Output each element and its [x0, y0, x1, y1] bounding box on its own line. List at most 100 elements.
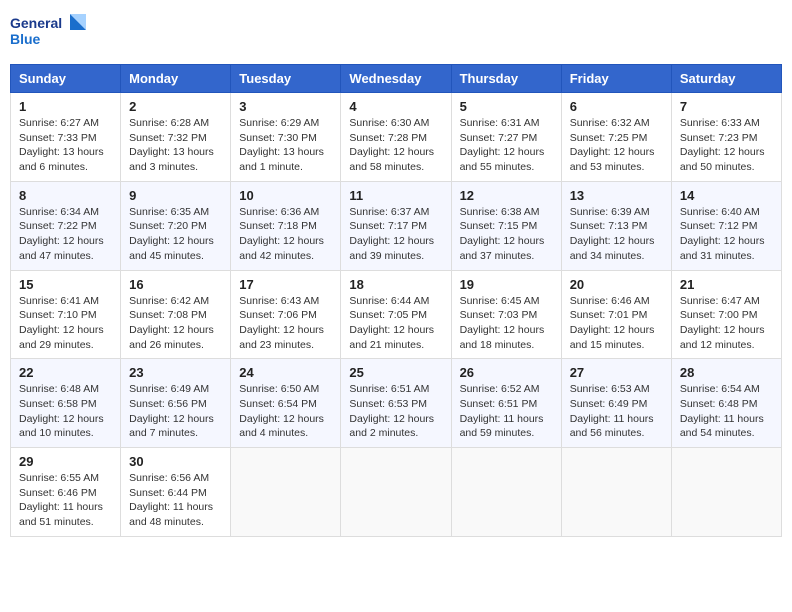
calendar-cell: 8 Sunrise: 6:34 AMSunset: 7:22 PMDayligh… [11, 181, 121, 270]
calendar-cell: 2 Sunrise: 6:28 AMSunset: 7:32 PMDayligh… [121, 93, 231, 182]
calendar-cell: 22 Sunrise: 6:48 AMSunset: 6:58 PMDaylig… [11, 359, 121, 448]
calendar-cell: 23 Sunrise: 6:49 AMSunset: 6:56 PMDaylig… [121, 359, 231, 448]
day-number: 18 [349, 277, 442, 292]
calendar-cell: 15 Sunrise: 6:41 AMSunset: 7:10 PMDaylig… [11, 270, 121, 359]
logo: General Blue [10, 10, 90, 54]
calendar-cell: 13 Sunrise: 6:39 AMSunset: 7:13 PMDaylig… [561, 181, 671, 270]
day-number: 14 [680, 188, 773, 203]
header-saturday: Saturday [671, 65, 781, 93]
day-number: 23 [129, 365, 222, 380]
header-sunday: Sunday [11, 65, 121, 93]
cell-content: Sunrise: 6:31 AMSunset: 7:27 PMDaylight:… [460, 117, 545, 173]
cell-content: Sunrise: 6:29 AMSunset: 7:30 PMDaylight:… [239, 117, 324, 173]
day-number: 29 [19, 454, 112, 469]
cell-content: Sunrise: 6:38 AMSunset: 7:15 PMDaylight:… [460, 206, 545, 262]
calendar-cell: 5 Sunrise: 6:31 AMSunset: 7:27 PMDayligh… [451, 93, 561, 182]
day-number: 7 [680, 99, 773, 114]
calendar-cell: 27 Sunrise: 6:53 AMSunset: 6:49 PMDaylig… [561, 359, 671, 448]
cell-content: Sunrise: 6:42 AMSunset: 7:08 PMDaylight:… [129, 295, 214, 351]
cell-content: Sunrise: 6:35 AMSunset: 7:20 PMDaylight:… [129, 206, 214, 262]
cell-content: Sunrise: 6:28 AMSunset: 7:32 PMDaylight:… [129, 117, 214, 173]
calendar-cell: 21 Sunrise: 6:47 AMSunset: 7:00 PMDaylig… [671, 270, 781, 359]
calendar-cell: 29 Sunrise: 6:55 AMSunset: 6:46 PMDaylig… [11, 448, 121, 537]
calendar-week-5: 29 Sunrise: 6:55 AMSunset: 6:46 PMDaylig… [11, 448, 782, 537]
cell-content: Sunrise: 6:36 AMSunset: 7:18 PMDaylight:… [239, 206, 324, 262]
cell-content: Sunrise: 6:40 AMSunset: 7:12 PMDaylight:… [680, 206, 765, 262]
day-number: 1 [19, 99, 112, 114]
calendar-cell [341, 448, 451, 537]
cell-content: Sunrise: 6:56 AMSunset: 6:44 PMDaylight:… [129, 472, 213, 528]
calendar-cell: 12 Sunrise: 6:38 AMSunset: 7:15 PMDaylig… [451, 181, 561, 270]
calendar-cell: 10 Sunrise: 6:36 AMSunset: 7:18 PMDaylig… [231, 181, 341, 270]
calendar-cell: 4 Sunrise: 6:30 AMSunset: 7:28 PMDayligh… [341, 93, 451, 182]
cell-content: Sunrise: 6:41 AMSunset: 7:10 PMDaylight:… [19, 295, 104, 351]
cell-content: Sunrise: 6:53 AMSunset: 6:49 PMDaylight:… [570, 383, 654, 439]
cell-content: Sunrise: 6:39 AMSunset: 7:13 PMDaylight:… [570, 206, 655, 262]
calendar-cell: 24 Sunrise: 6:50 AMSunset: 6:54 PMDaylig… [231, 359, 341, 448]
cell-content: Sunrise: 6:47 AMSunset: 7:00 PMDaylight:… [680, 295, 765, 351]
day-number: 17 [239, 277, 332, 292]
day-number: 2 [129, 99, 222, 114]
day-number: 19 [460, 277, 553, 292]
day-number: 25 [349, 365, 442, 380]
calendar-cell [671, 448, 781, 537]
calendar-cell: 11 Sunrise: 6:37 AMSunset: 7:17 PMDaylig… [341, 181, 451, 270]
cell-content: Sunrise: 6:55 AMSunset: 6:46 PMDaylight:… [19, 472, 103, 528]
day-number: 5 [460, 99, 553, 114]
calendar-cell [231, 448, 341, 537]
day-number: 12 [460, 188, 553, 203]
cell-content: Sunrise: 6:46 AMSunset: 7:01 PMDaylight:… [570, 295, 655, 351]
header-monday: Monday [121, 65, 231, 93]
svg-text:Blue: Blue [10, 31, 41, 47]
calendar-cell: 19 Sunrise: 6:45 AMSunset: 7:03 PMDaylig… [451, 270, 561, 359]
svg-text:General: General [10, 15, 62, 31]
day-number: 15 [19, 277, 112, 292]
day-number: 9 [129, 188, 222, 203]
calendar-cell: 6 Sunrise: 6:32 AMSunset: 7:25 PMDayligh… [561, 93, 671, 182]
day-number: 20 [570, 277, 663, 292]
calendar-cell: 26 Sunrise: 6:52 AMSunset: 6:51 PMDaylig… [451, 359, 561, 448]
cell-content: Sunrise: 6:48 AMSunset: 6:58 PMDaylight:… [19, 383, 104, 439]
cell-content: Sunrise: 6:37 AMSunset: 7:17 PMDaylight:… [349, 206, 434, 262]
page-header: General Blue [10, 10, 782, 54]
calendar-week-3: 15 Sunrise: 6:41 AMSunset: 7:10 PMDaylig… [11, 270, 782, 359]
calendar-cell: 30 Sunrise: 6:56 AMSunset: 6:44 PMDaylig… [121, 448, 231, 537]
calendar-cell: 17 Sunrise: 6:43 AMSunset: 7:06 PMDaylig… [231, 270, 341, 359]
calendar-week-2: 8 Sunrise: 6:34 AMSunset: 7:22 PMDayligh… [11, 181, 782, 270]
calendar-week-1: 1 Sunrise: 6:27 AMSunset: 7:33 PMDayligh… [11, 93, 782, 182]
calendar-cell: 20 Sunrise: 6:46 AMSunset: 7:01 PMDaylig… [561, 270, 671, 359]
calendar-cell: 1 Sunrise: 6:27 AMSunset: 7:33 PMDayligh… [11, 93, 121, 182]
calendar-cell [451, 448, 561, 537]
cell-content: Sunrise: 6:52 AMSunset: 6:51 PMDaylight:… [460, 383, 544, 439]
day-number: 26 [460, 365, 553, 380]
day-number: 11 [349, 188, 442, 203]
calendar-cell: 28 Sunrise: 6:54 AMSunset: 6:48 PMDaylig… [671, 359, 781, 448]
header-friday: Friday [561, 65, 671, 93]
calendar-week-4: 22 Sunrise: 6:48 AMSunset: 6:58 PMDaylig… [11, 359, 782, 448]
day-number: 24 [239, 365, 332, 380]
calendar-cell: 14 Sunrise: 6:40 AMSunset: 7:12 PMDaylig… [671, 181, 781, 270]
day-number: 13 [570, 188, 663, 203]
calendar-cell: 18 Sunrise: 6:44 AMSunset: 7:05 PMDaylig… [341, 270, 451, 359]
calendar-cell: 25 Sunrise: 6:51 AMSunset: 6:53 PMDaylig… [341, 359, 451, 448]
header-wednesday: Wednesday [341, 65, 451, 93]
day-number: 30 [129, 454, 222, 469]
day-number: 10 [239, 188, 332, 203]
cell-content: Sunrise: 6:30 AMSunset: 7:28 PMDaylight:… [349, 117, 434, 173]
cell-content: Sunrise: 6:34 AMSunset: 7:22 PMDaylight:… [19, 206, 104, 262]
cell-content: Sunrise: 6:49 AMSunset: 6:56 PMDaylight:… [129, 383, 214, 439]
cell-content: Sunrise: 6:32 AMSunset: 7:25 PMDaylight:… [570, 117, 655, 173]
calendar-header-row: SundayMondayTuesdayWednesdayThursdayFrid… [11, 65, 782, 93]
day-number: 8 [19, 188, 112, 203]
cell-content: Sunrise: 6:45 AMSunset: 7:03 PMDaylight:… [460, 295, 545, 351]
cell-content: Sunrise: 6:44 AMSunset: 7:05 PMDaylight:… [349, 295, 434, 351]
calendar-table: SundayMondayTuesdayWednesdayThursdayFrid… [10, 64, 782, 537]
cell-content: Sunrise: 6:33 AMSunset: 7:23 PMDaylight:… [680, 117, 765, 173]
day-number: 16 [129, 277, 222, 292]
day-number: 22 [19, 365, 112, 380]
cell-content: Sunrise: 6:54 AMSunset: 6:48 PMDaylight:… [680, 383, 764, 439]
calendar-cell: 7 Sunrise: 6:33 AMSunset: 7:23 PMDayligh… [671, 93, 781, 182]
cell-content: Sunrise: 6:50 AMSunset: 6:54 PMDaylight:… [239, 383, 324, 439]
day-number: 6 [570, 99, 663, 114]
day-number: 28 [680, 365, 773, 380]
